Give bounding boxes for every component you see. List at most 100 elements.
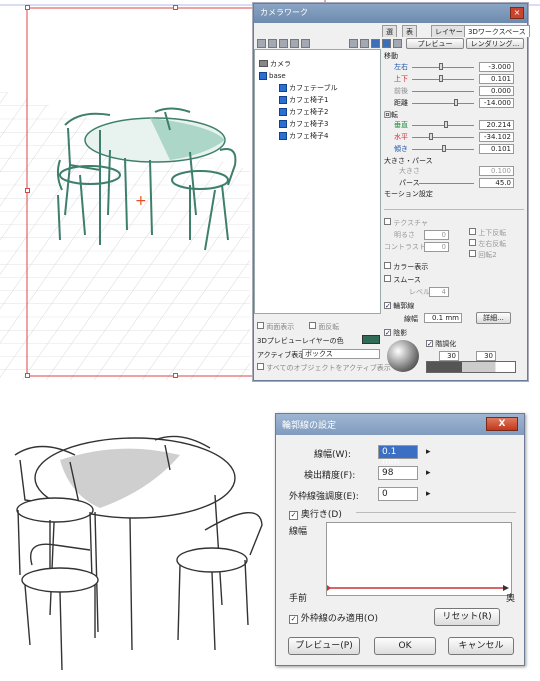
cube-icon (279, 83, 287, 92)
rotate-h-label: 水平 (394, 133, 408, 141)
depth-graph-line (327, 585, 509, 591)
outer-emph-input[interactable]: 0 (378, 487, 418, 501)
move-lr-label: 左右 (394, 63, 408, 71)
shading-checkbox[interactable]: 陰影 (384, 328, 407, 338)
tree-item-table[interactable]: カフェテーブル (279, 82, 338, 93)
move-ud-label: 上下 (394, 75, 408, 83)
svg-text:+: + (135, 193, 147, 209)
size-value[interactable]: 0.100 (479, 166, 514, 176)
delete-icon[interactable] (301, 39, 310, 48)
move-ud-slider[interactable] (412, 79, 474, 80)
move-fb-value[interactable]: 0.000 (479, 86, 514, 96)
outline-width-label: 線幅 (404, 315, 418, 323)
move-ud-knob[interactable] (439, 75, 443, 82)
move-fb-slider[interactable] (412, 91, 474, 92)
folder-icon[interactable] (257, 39, 266, 48)
tree-item-chair3[interactable]: カフェ椅子3 (279, 118, 328, 129)
brightness-label: 明るさ (394, 231, 415, 239)
outline-width-value[interactable]: 0.1 mm (424, 313, 462, 323)
menu-icon[interactable] (371, 39, 380, 48)
move-dist-slider[interactable] (412, 103, 474, 104)
preview-button[interactable]: プレビュー (406, 38, 464, 49)
move-lr-slider[interactable] (412, 67, 474, 68)
render-button[interactable]: レンダリング... (466, 38, 524, 49)
color-display-checkbox[interactable]: カラー表示 (384, 262, 428, 272)
tone-a-value[interactable]: 30 (439, 351, 459, 361)
rotate2-option[interactable]: 回転2 (469, 250, 497, 260)
cube-icon (259, 71, 267, 80)
tone-gradient-bar[interactable] (426, 361, 516, 373)
rotate-heading: 回転 (384, 111, 398, 119)
rotate-h-knob[interactable] (429, 133, 433, 140)
move-fb-label: 前後 (394, 87, 408, 95)
tab-display[interactable]: 表 (402, 25, 417, 37)
rotate-v-value[interactable]: 20.214 (479, 120, 514, 130)
grid-icon[interactable] (360, 39, 369, 48)
outline-detail-button[interactable]: 詳細... (476, 312, 511, 324)
active-display-select[interactable]: ボックス (302, 349, 380, 359)
panel-title: カメラワーク (254, 4, 527, 23)
object-tree[interactable]: カメラ base カフェテーブル カフェ椅子1 カフェ椅子2 カフェ椅子3 カフ… (254, 49, 381, 314)
rotate-v-slider[interactable] (412, 125, 474, 126)
tree-item-chair2[interactable]: カフェ椅子2 (279, 106, 328, 117)
rotate-h-value[interactable]: -34.102 (479, 132, 514, 142)
tone-b-value[interactable]: 30 (476, 351, 496, 361)
tree-item-chair4[interactable]: カフェ椅子4 (279, 130, 328, 141)
line-width-input[interactable]: 0.1 mm (378, 445, 418, 467)
line-width-arrow-icon[interactable]: ▸ (426, 447, 431, 457)
outline-checkbox[interactable]: 輪郭線 (384, 301, 414, 311)
all-active-checkbox[interactable]: すべてのオブジェクトをアクティブ表示 (257, 363, 391, 373)
tree-item-base[interactable]: base (259, 70, 286, 81)
add-icon[interactable] (349, 39, 358, 48)
preview-button[interactable]: プレビュー(P) (288, 637, 360, 655)
move-dist-knob[interactable] (454, 99, 458, 106)
move-lr-value[interactable]: -3.000 (479, 62, 514, 72)
contrast-value[interactable]: 0 (424, 242, 449, 252)
reset-button[interactable]: リセット(R) (434, 608, 500, 626)
move-lr-knob[interactable] (439, 63, 443, 70)
flip-v-option[interactable]: 上下反転 (469, 228, 506, 238)
far-label: 奥 (506, 594, 516, 604)
panel-close-button[interactable]: × (510, 7, 524, 19)
level-value[interactable]: 4 (429, 287, 449, 297)
backface-checkbox[interactable]: 両面表示 (257, 322, 294, 332)
tone-checkbox[interactable]: 階調化 (426, 339, 456, 349)
copy-icon[interactable] (279, 39, 288, 48)
tab-layer[interactable]: レイヤー (431, 25, 467, 37)
preview-toggle-icon[interactable] (393, 39, 402, 48)
apply-outer-checkbox[interactable]: 外枠線のみ適用(O) (289, 611, 378, 624)
flip-h-option[interactable]: 左右反転 (469, 239, 506, 249)
rotate-tilt-knob[interactable] (442, 145, 446, 152)
tree-item-camera[interactable]: カメラ (259, 58, 291, 69)
smooth-checkbox[interactable]: スムース (384, 275, 421, 285)
move-dist-value[interactable]: -14.000 (479, 98, 514, 108)
outer-emph-arrow-icon[interactable]: ▸ (426, 489, 431, 499)
pers-label: パース (399, 179, 420, 187)
reverse-checkbox[interactable]: 面反転 (309, 322, 339, 332)
move-ud-value[interactable]: 0.101 (479, 74, 514, 84)
precision-arrow-icon[interactable]: ▸ (426, 468, 431, 478)
cancel-button[interactable]: キャンセル (448, 637, 514, 655)
layer-color-swatch[interactable] (362, 335, 380, 344)
brightness-value[interactable]: 0 (424, 230, 449, 240)
tab-select[interactable]: 選 (382, 25, 397, 37)
rotate-v-knob[interactable] (444, 121, 448, 128)
tab-3d-workspace[interactable]: 3Dワークスペース (464, 25, 530, 37)
texture-label[interactable]: テクスチャ (384, 218, 428, 228)
rotate-tilt-value[interactable]: 0.101 (479, 144, 514, 154)
tree-item-chair1[interactable]: カフェ椅子1 (279, 94, 328, 105)
rotate-h-slider[interactable] (412, 137, 474, 138)
depth-checkbox[interactable]: 奥行き(D) (289, 507, 342, 520)
dialog-close-button[interactable]: X (486, 417, 518, 431)
save-icon[interactable] (268, 39, 277, 48)
pers-slider[interactable] (419, 183, 474, 184)
paste-icon[interactable] (290, 39, 299, 48)
outer-emph-label: 外枠線強調度(E): (289, 492, 359, 502)
cube-icon (279, 107, 287, 116)
motion-heading: モーション設定 (384, 190, 433, 198)
pers-value[interactable]: 45.0 (479, 178, 514, 188)
precision-input[interactable]: 98 (378, 466, 418, 480)
depth-graph[interactable] (326, 522, 512, 596)
ok-button[interactable]: OK (374, 637, 436, 655)
play-icon[interactable] (382, 39, 391, 48)
